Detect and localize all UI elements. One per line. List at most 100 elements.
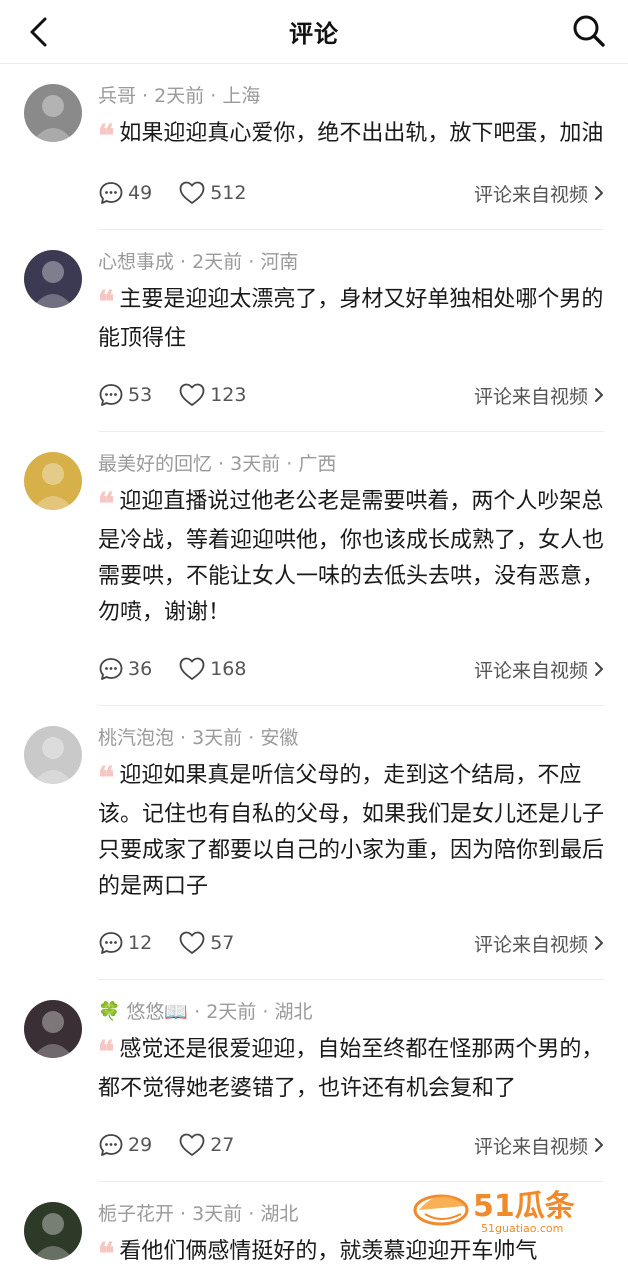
like-count: 123: [210, 384, 247, 406]
quote-icon: ❛❛: [98, 1035, 114, 1070]
comment-text-block[interactable]: ❛❛ 感觉还是很爱迎迎，自始至终都在怪那两个男的，都不觉得她老婆错了，也许还有机会…: [98, 1032, 604, 1107]
source-video-link[interactable]: 评论来自视频: [474, 656, 604, 683]
clover-icon: 🍀: [98, 1001, 121, 1022]
quote-icon: ❛❛: [98, 1237, 114, 1272]
comment-text: 迎迎如果真是听信父母的，走到这个结局，不应该。记住也有自私的父母，如果我们是女儿…: [98, 763, 605, 899]
avatar[interactable]: [24, 726, 82, 784]
avatar[interactable]: [24, 1202, 82, 1260]
quote-icon: ❛❛: [98, 761, 114, 796]
username[interactable]: 悠悠📖: [126, 998, 188, 1026]
meta-separator: ·: [242, 727, 261, 749]
chevron-right-icon: [595, 388, 603, 402]
comment-icon: [99, 932, 123, 954]
comment-body: 兵哥 · 2天前 · 上海 ❛❛ 如果迎迎真心爱你，绝不出出轨，放下吧蛋，加油 49 5…: [98, 82, 604, 230]
like-button[interactable]: 123: [178, 382, 246, 408]
comment-text: 感觉还是很爱迎迎，自始至终都在怪那两个男的，都不觉得她老婆错了，也许还有机会复和…: [98, 1037, 604, 1101]
comment-location: 广西: [298, 453, 337, 475]
avatar[interactable]: [24, 84, 82, 142]
comment-text: 主要是迎迎太漂亮了，身材又好单独相处哪个男的能顶得住: [98, 287, 604, 351]
comment-actions: 49 512 评论来自视频: [98, 173, 604, 213]
comment-icon: [99, 182, 123, 204]
avatar[interactable]: [24, 1000, 82, 1058]
chevron-right-icon: [595, 1138, 603, 1152]
comment-item: 兵哥 · 2天前 · 上海 ❛❛ 如果迎迎真心爱你，绝不出出轨，放下吧蛋，加油 49 5…: [0, 64, 628, 230]
source-video-link[interactable]: 评论来自视频: [474, 930, 604, 957]
source-label: 评论来自视频: [473, 1135, 588, 1158]
like-count: 168: [210, 658, 247, 680]
comment-text-block[interactable]: ❛❛ 迎迎直播说过他老公老是需要哄着，两个人吵架总是冷战，等着迎迎哄他，你也该成长…: [98, 484, 604, 631]
chevron-right-icon: [595, 936, 603, 950]
reply-count: 12: [128, 932, 153, 954]
reply-button[interactable]: 49: [98, 180, 152, 206]
meta-separator: ·: [174, 1203, 193, 1225]
comment-icon: [99, 384, 123, 406]
username[interactable]: 心想事成: [98, 248, 174, 276]
comment-time: 2天前: [206, 1001, 257, 1023]
username[interactable]: 栀子花开: [98, 1200, 174, 1228]
reply-button[interactable]: 12: [98, 930, 152, 956]
comment-text-block[interactable]: ❛❛ 主要是迎迎太漂亮了，身材又好单独相处哪个男的能顶得住: [98, 282, 604, 357]
username[interactable]: 桃汽泡泡: [98, 724, 174, 752]
chevron-right-icon: [595, 662, 603, 676]
comment-location: 安徽: [260, 727, 299, 749]
like-button[interactable]: 168: [178, 656, 246, 682]
like-button[interactable]: 57: [178, 930, 234, 956]
comment-icon: [99, 1134, 123, 1156]
comment-time: 3天前: [230, 453, 281, 475]
meta-separator: ·: [242, 1203, 261, 1225]
source-video-link[interactable]: 评论来自视频: [474, 382, 604, 409]
search-button[interactable]: [568, 10, 610, 52]
source-label: 评论来自视频: [473, 933, 588, 956]
like-button[interactable]: 27: [178, 1132, 234, 1158]
comment-item: 心想事成 · 2天前 · 河南 ❛❛ 主要是迎迎太漂亮了，身材又好单独相处哪个男的能…: [0, 230, 628, 432]
like-count: 27: [210, 1134, 235, 1156]
source-video-link[interactable]: 评论来自视频: [474, 180, 604, 207]
quote-icon: ❛❛: [98, 487, 114, 522]
reply-button[interactable]: 36: [98, 656, 152, 682]
page-title: 评论: [289, 20, 339, 48]
comment-body: 最美好的回忆 · 3天前 · 广西 ❛❛ 迎迎直播说过他老公老是需要哄着，两个人吵架…: [98, 450, 604, 706]
comment-location: 湖北: [274, 1001, 313, 1023]
heart-icon: [179, 383, 205, 406]
comment-meta: 最美好的回忆 · 3天前 · 广西: [98, 450, 604, 478]
heart-icon: [179, 657, 205, 680]
watermark-url: 51guatiao.com: [481, 1222, 563, 1235]
comment-meta: 桃汽泡泡 · 3天前 · 安徽: [98, 724, 604, 752]
like-button[interactable]: 512: [178, 180, 246, 206]
top-bar: 评论: [0, 0, 628, 64]
source-label: 评论来自视频: [473, 183, 588, 206]
quote-icon: ❛❛: [98, 285, 114, 320]
meta-separator: ·: [242, 251, 261, 273]
watermark-text: 51瓜条: [473, 1189, 575, 1224]
like-count: 57: [210, 932, 235, 954]
avatar[interactable]: [24, 452, 82, 510]
comment-text-block[interactable]: ❛❛ 看他们俩感情挺好的，就羡慕迎迎开车帅气: [98, 1234, 604, 1273]
comment-text: 迎迎直播说过他老公老是需要哄着，两个人吵架总是冷战，等着迎迎哄他，你也该成长成熟…: [98, 489, 605, 625]
comment-meta: 心想事成 · 2天前 · 河南: [98, 248, 604, 276]
comment-text-block[interactable]: ❛❛ 迎迎如果真是听信父母的，走到这个结局，不应该。记住也有自私的父母，如果我们是…: [98, 758, 604, 905]
comment-meta: 🍀 悠悠📖 · 2天前 · 湖北: [98, 998, 604, 1026]
comment-time: 2天前: [154, 85, 205, 107]
comment-item: 桃汽泡泡 · 3天前 · 安徽 ❛❛ 迎迎如果真是听信父母的，走到这个结局，不应该。…: [0, 706, 628, 980]
meta-separator: ·: [188, 1001, 207, 1023]
avatar[interactable]: [24, 250, 82, 308]
reply-count: 36: [128, 658, 153, 680]
comment-text-block[interactable]: ❛❛ 如果迎迎真心爱你，绝不出出轨，放下吧蛋，加油: [98, 116, 604, 155]
comment-actions: 29 27 评论来自视频: [98, 1125, 604, 1165]
watermark-logo: 51瓜条 51guatiao.com: [411, 1180, 606, 1236]
reply-button[interactable]: 53: [98, 382, 152, 408]
comment-list: 兵哥 · 2天前 · 上海 ❛❛ 如果迎迎真心爱你，绝不出出轨，放下吧蛋，加油 49 5…: [0, 64, 628, 1280]
username[interactable]: 兵哥: [98, 82, 136, 110]
meta-separator: ·: [212, 453, 231, 475]
reply-count: 49: [128, 182, 153, 204]
source-video-link[interactable]: 评论来自视频: [474, 1132, 604, 1159]
username[interactable]: 最美好的回忆: [98, 450, 212, 478]
heart-icon: [179, 181, 205, 204]
search-icon: [573, 15, 605, 47]
meta-separator: ·: [256, 1001, 275, 1023]
heart-icon: [179, 1133, 205, 1156]
quote-icon: ❛❛: [98, 119, 114, 154]
comment-item: 最美好的回忆 · 3天前 · 广西 ❛❛ 迎迎直播说过他老公老是需要哄着，两个人吵架…: [0, 432, 628, 706]
comment-meta: 兵哥 · 2天前 · 上海: [98, 82, 604, 110]
reply-button[interactable]: 29: [98, 1132, 152, 1158]
